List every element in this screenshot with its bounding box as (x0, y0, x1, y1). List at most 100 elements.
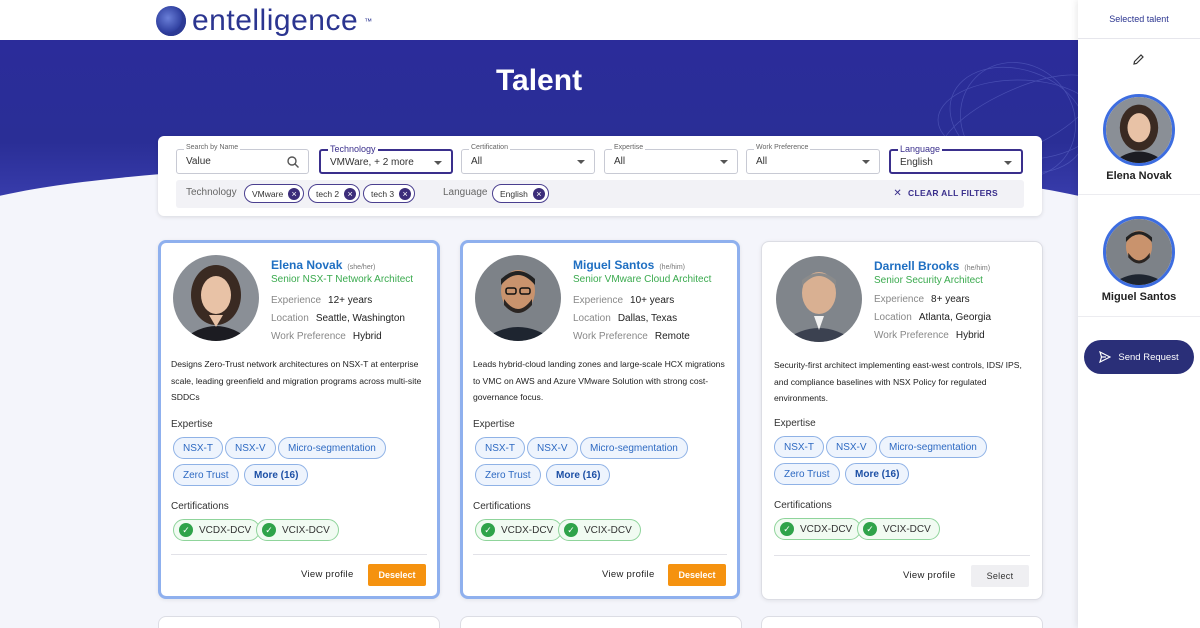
talent-description: Designs Zero-Trust network architectures… (171, 359, 422, 402)
pronouns: (she/her) (347, 264, 376, 271)
avatar (776, 256, 862, 342)
expertise-tag[interactable]: Micro-segmentation (580, 437, 688, 459)
close-icon[interactable]: × (344, 188, 357, 200)
avatar[interactable] (1103, 216, 1175, 288)
pronouns: (he/him) (964, 265, 991, 272)
close-icon[interactable]: × (288, 188, 301, 200)
check-icon: ✓ (481, 523, 495, 537)
divider (1078, 38, 1200, 39)
work-preference-row: Work Preference Hybrid (271, 331, 382, 342)
portrait-man-icon (475, 255, 561, 341)
select-button[interactable]: Select (971, 565, 1029, 587)
divider (774, 555, 1030, 556)
trademark: ™ (364, 16, 373, 26)
talent-name[interactable]: Darnell Brooks (874, 259, 959, 273)
search-value: Value (186, 156, 211, 167)
brand-logo[interactable]: entelligence ™ (156, 4, 372, 38)
deselect-button[interactable]: Deselect (668, 564, 726, 586)
talent-card[interactable] (460, 616, 742, 628)
talent-card[interactable] (761, 616, 1043, 628)
expertise-tag[interactable]: NSX-V (826, 436, 877, 458)
certification-select[interactable]: Certification All (461, 144, 595, 174)
send-request-button[interactable]: Send Request (1084, 340, 1194, 374)
more-expertise-button[interactable]: More (16) (546, 464, 611, 486)
filter-chip[interactable]: tech 2 × (308, 184, 361, 203)
certifications-heading: Certifications (774, 500, 832, 511)
certification-value: All (471, 156, 483, 167)
experience-label: Experience (271, 295, 322, 306)
talent-description: Security-first architect implementing ea… (774, 360, 1022, 403)
expertise-tag[interactable]: Zero Trust (774, 463, 840, 485)
certifications-heading: Certifications (473, 501, 531, 512)
talent-card[interactable]: Miguel Santos (he/him) Senior VMware Clou… (460, 240, 740, 599)
close-icon[interactable]: × (399, 188, 412, 200)
certification-badge: ✓ VCIX-DCV (256, 519, 339, 541)
talent-card[interactable]: Elena Novak (she/her) Senior NSX-T Networ… (158, 240, 440, 599)
filter-chip[interactable]: VMware × (244, 184, 305, 203)
location-value: Atlanta, Georgia (918, 312, 992, 323)
view-profile-link[interactable]: View profile (301, 569, 354, 580)
certification-label: VCDX-DCV (199, 525, 252, 536)
more-expertise-button[interactable]: More (16) (244, 464, 309, 486)
expertise-select[interactable]: Expertise All (604, 144, 738, 174)
portrait-man-icon (776, 256, 862, 342)
name-row: Elena Novak (she/her) (271, 256, 375, 274)
portrait-man-icon (1106, 219, 1172, 285)
close-icon[interactable]: × (532, 188, 545, 200)
talent-role: Senior Security Architect (874, 275, 983, 286)
technology-select[interactable]: Technology VMWare, + 2 more (319, 144, 453, 174)
chevron-down-icon (720, 160, 728, 164)
talent-name[interactable]: Miguel Santos (573, 258, 654, 272)
name-row: Darnell Brooks (he/him) (874, 257, 990, 275)
talent-role: Senior NSX-T Network Architect (271, 274, 414, 285)
divider (171, 554, 427, 555)
edit-icon[interactable] (1132, 52, 1146, 66)
expertise-label: Expertise (612, 144, 646, 151)
applied-filters: Technology VMware × tech 2 × tech 3 × La… (176, 180, 1024, 208)
divider (473, 554, 727, 555)
work-preference-select[interactable]: Work Preference All (746, 144, 880, 174)
search-input[interactable]: Search by Name Value (176, 144, 309, 174)
expertise-tag[interactable]: Zero Trust (475, 464, 541, 486)
more-expertise-button[interactable]: More (16) (845, 463, 910, 485)
clear-all-label: CLEAR ALL FILTERS (908, 188, 998, 198)
selected-talent-name: Elena Novak (1106, 170, 1172, 182)
expertise-tag[interactable]: NSX-T (173, 437, 223, 459)
expertise-heading: Expertise (473, 419, 515, 430)
check-icon: ✓ (262, 523, 276, 537)
expertise-tag[interactable]: NSX-T (774, 436, 824, 458)
location-label: Location (573, 313, 611, 324)
view-profile-link[interactable]: View profile (602, 569, 655, 580)
check-icon: ✓ (863, 522, 877, 536)
language-select[interactable]: Language English (889, 144, 1023, 174)
view-profile-link[interactable]: View profile (903, 570, 956, 581)
applied-technology-label: Technology (186, 187, 237, 198)
pronouns: (he/him) (659, 264, 686, 271)
expertise-tag[interactable]: NSX-T (475, 437, 525, 459)
deselect-button[interactable]: Deselect (368, 564, 426, 586)
language-value: English (900, 157, 933, 168)
filter-chip-label: tech 3 (371, 189, 395, 199)
expertise-tag[interactable]: NSX-V (225, 437, 276, 459)
expertise-value: All (614, 156, 626, 167)
work-preference-value: Hybrid (955, 330, 985, 341)
certification-badge: ✓ VCDX-DCV (774, 518, 862, 540)
talent-card[interactable]: Darnell Brooks (he/him) Senior Security A… (761, 241, 1043, 600)
expertise-tag[interactable]: Zero Trust (173, 464, 239, 486)
expertise-tag[interactable]: NSX-V (527, 437, 578, 459)
clear-all-filters-button[interactable]: ✕ CLEAR ALL FILTERS (893, 188, 998, 199)
expertise-tag[interactable]: Micro-segmentation (278, 437, 386, 459)
talent-name[interactable]: Elena Novak (271, 258, 342, 272)
portrait-woman-icon (1106, 97, 1172, 163)
search-label: Search by Name (184, 144, 241, 151)
name-row: Miguel Santos (he/him) (573, 256, 685, 274)
avatar[interactable] (1103, 94, 1175, 166)
expertise-tag[interactable]: Micro-segmentation (879, 436, 987, 458)
avatar (173, 255, 259, 341)
talent-card[interactable] (158, 616, 440, 628)
send-icon (1099, 351, 1112, 363)
certifications-heading: Certifications (171, 501, 229, 512)
filter-chip[interactable]: tech 3 × (363, 184, 416, 203)
search-icon[interactable] (286, 155, 300, 169)
filter-chip[interactable]: English × (492, 184, 549, 203)
